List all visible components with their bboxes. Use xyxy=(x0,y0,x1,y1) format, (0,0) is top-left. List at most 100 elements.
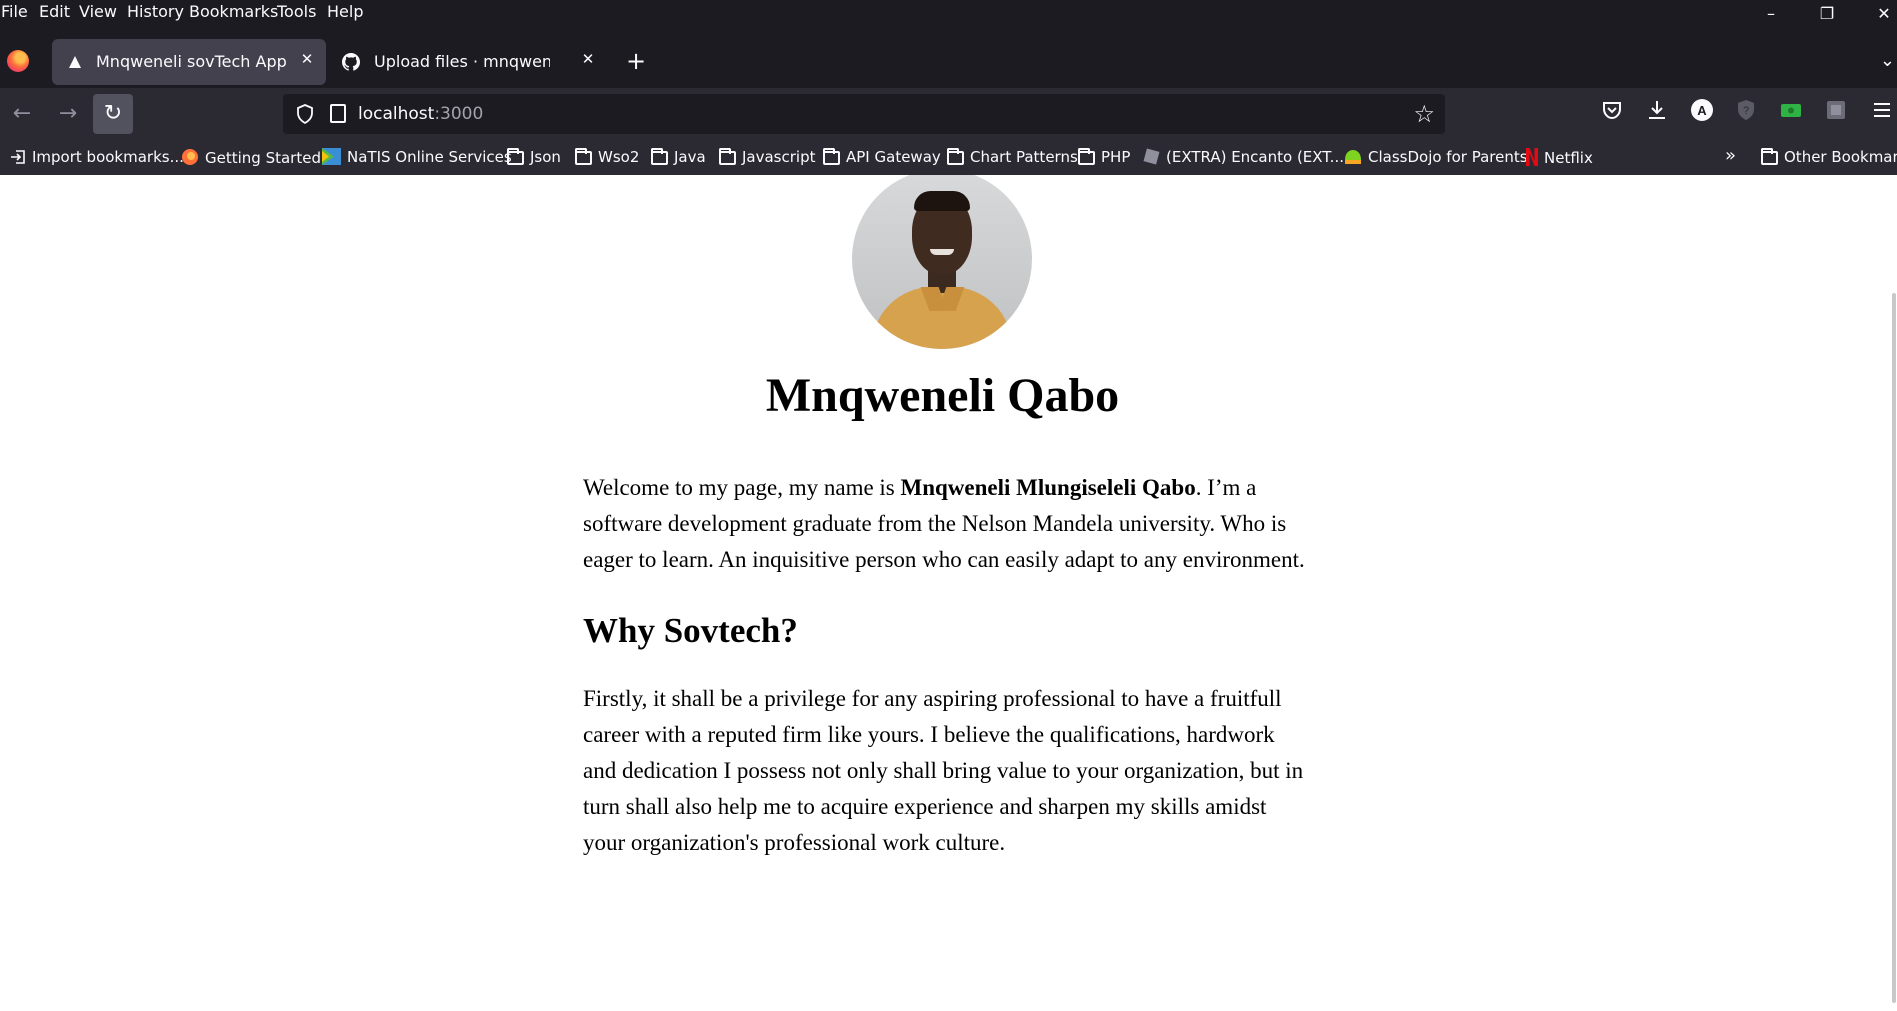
extension-money-icon[interactable] xyxy=(1779,98,1803,122)
new-tab-icon[interactable]: + xyxy=(624,49,648,73)
bookmark-label: Import bookmarks... xyxy=(32,148,184,166)
bookmark-label: Json xyxy=(530,148,561,166)
bookmark-folder-java[interactable]: Java xyxy=(651,148,706,166)
bookmark-classdojo[interactable]: ClassDojo for Parents xyxy=(1344,148,1528,166)
address-bar[interactable]: localhost:3000 ☆ xyxy=(283,94,1445,134)
photo-hair xyxy=(914,191,970,211)
folder-icon xyxy=(507,148,524,165)
url-port: :3000 xyxy=(434,104,484,124)
firefox-logo-icon xyxy=(7,50,29,72)
page-content: Mnqweneli Qabo Welcome to my page, my na… xyxy=(0,175,1897,1011)
roblox-icon xyxy=(1143,148,1160,165)
github-icon xyxy=(342,53,360,71)
tab-upload-files[interactable]: Upload files · mnqweneli/Qabo ✕ xyxy=(330,39,604,85)
bookmark-label: API Gateway xyxy=(846,148,941,166)
import-icon xyxy=(11,150,25,164)
page-info-icon[interactable] xyxy=(330,104,346,123)
menu-help[interactable]: Help xyxy=(327,2,363,21)
download-icon[interactable] xyxy=(1645,98,1669,122)
bookmark-label: (EXTRA) Encanto (EXT... xyxy=(1166,148,1344,166)
svg-text:A: A xyxy=(1697,103,1707,118)
pocket-icon[interactable] xyxy=(1600,98,1624,122)
classdojo-icon xyxy=(1345,150,1361,164)
triangle-icon xyxy=(69,56,81,68)
scrollbar[interactable] xyxy=(1891,175,1897,1011)
extension-shield-icon[interactable]: ? xyxy=(1734,98,1758,122)
tab-title: Mnqweneli sovTech App xyxy=(96,52,286,71)
natis-icon xyxy=(322,148,341,165)
folder-icon xyxy=(823,148,840,165)
bookmark-label: Chart Patterns xyxy=(970,148,1078,166)
bookmark-folder-wso2[interactable]: Wso2 xyxy=(575,148,639,166)
restore-icon[interactable]: ❐ xyxy=(1816,4,1838,26)
bookmark-import[interactable]: Import bookmarks... xyxy=(10,148,184,166)
chevron-double-right-icon[interactable]: » xyxy=(1725,145,1736,166)
menu-bar: File Edit View History Bookmarks Tools H… xyxy=(0,0,1897,24)
bookmark-folder-chart-patterns[interactable]: Chart Patterns xyxy=(947,148,1078,166)
navigation-toolbar: ← → ↻ localhost:3000 ☆ A ? xyxy=(0,88,1897,140)
menu-bookmarks[interactable]: Bookmarks xyxy=(189,2,278,21)
folder-icon xyxy=(1078,148,1095,165)
bookmark-getting-started[interactable]: Getting Started xyxy=(181,148,321,167)
extension-box-icon[interactable] xyxy=(1824,98,1848,122)
bookmark-label: Netflix xyxy=(1544,149,1593,167)
page-title: Mnqweneli Qabo xyxy=(765,369,1120,422)
bookmark-label: Getting Started xyxy=(205,149,321,167)
minimize-icon[interactable]: – xyxy=(1760,4,1782,26)
tab-title: Upload files · mnqweneli/Qabo xyxy=(374,52,550,71)
bookmark-label: ClassDojo for Parents xyxy=(1368,148,1528,166)
netflix-icon xyxy=(1526,148,1538,166)
profile-photo xyxy=(852,175,1032,349)
bookmark-folder-javascript[interactable]: Javascript xyxy=(719,148,815,166)
tab-mnqweneli-sovtech[interactable]: Mnqweneli sovTech App ✕ xyxy=(52,39,326,85)
back-arrow-icon[interactable]: ← xyxy=(2,94,42,134)
profile-content: Welcome to my page, my name is Mnqweneli… xyxy=(583,470,1313,861)
bookmark-other[interactable]: Other Bookmarks xyxy=(1761,148,1897,166)
bookmark-label: Javascript xyxy=(742,148,816,166)
bookmark-folder-api-gateway[interactable]: API Gateway xyxy=(823,148,941,166)
tab-strip: Mnqweneli sovTech App ✕ Upload files · m… xyxy=(0,32,1897,88)
bookmark-natis[interactable]: NaTIS Online Services xyxy=(322,148,512,166)
menu-history[interactable]: History xyxy=(127,2,184,21)
folder-icon xyxy=(719,148,736,165)
folder-icon xyxy=(947,148,964,165)
close-window-icon[interactable]: ✕ xyxy=(1873,4,1895,26)
section-heading: Why Sovtech? xyxy=(583,611,798,650)
bookmarks-toolbar: Import bookmarks... Getting Started NaTI… xyxy=(0,140,1897,175)
close-tab-icon[interactable]: ✕ xyxy=(578,50,598,70)
folder-icon xyxy=(1761,148,1778,165)
folder-icon xyxy=(651,148,668,165)
intro-paragraph: Welcome to my page, my name is Mnqweneli… xyxy=(583,470,1313,578)
menu-edit[interactable]: Edit xyxy=(39,2,70,21)
browser-chrome: File Edit View History Bookmarks Tools H… xyxy=(0,0,1897,175)
bookmark-folder-php[interactable]: PHP xyxy=(1078,148,1130,166)
url-host: localhost xyxy=(358,104,435,124)
bookmark-folder-json[interactable]: Json xyxy=(507,148,561,166)
forward-arrow-icon[interactable]: → xyxy=(48,94,88,134)
bookmark-encanto[interactable]: (EXTRA) Encanto (EXT... xyxy=(1143,148,1344,166)
folder-icon xyxy=(575,148,592,165)
shield-icon[interactable] xyxy=(295,104,315,124)
bookmark-label: Wso2 xyxy=(598,148,640,166)
svg-text:?: ? xyxy=(1743,105,1749,117)
menu-view[interactable]: View xyxy=(79,2,117,21)
chevron-down-icon[interactable]: ⌄ xyxy=(1880,50,1895,71)
menu-file[interactable]: File xyxy=(1,2,28,21)
url-text[interactable]: localhost:3000 xyxy=(358,104,483,124)
close-tab-icon[interactable]: ✕ xyxy=(297,50,317,70)
bookmark-label: Java xyxy=(674,148,706,166)
account-avatar-icon[interactable]: A xyxy=(1690,98,1714,122)
intro-text: Welcome to my page, my name is xyxy=(583,475,901,500)
menu-tools[interactable]: Tools xyxy=(277,2,316,21)
firefox-icon xyxy=(182,149,198,165)
bookmark-star-icon[interactable]: ☆ xyxy=(1413,100,1435,128)
reload-icon[interactable]: ↻ xyxy=(93,94,133,134)
scrollbar-thumb[interactable] xyxy=(1892,293,1896,1003)
bookmark-netflix[interactable]: Netflix xyxy=(1526,148,1593,167)
section-paragraph: Firstly, it shall be a privilege for any… xyxy=(583,686,1304,855)
bookmark-label: PHP xyxy=(1101,148,1131,166)
bookmark-label: NaTIS Online Services xyxy=(347,148,512,166)
hamburger-menu-icon[interactable] xyxy=(1870,98,1894,122)
photo-smile xyxy=(930,249,954,255)
bookmark-label: Other Bookmarks xyxy=(1784,148,1897,166)
